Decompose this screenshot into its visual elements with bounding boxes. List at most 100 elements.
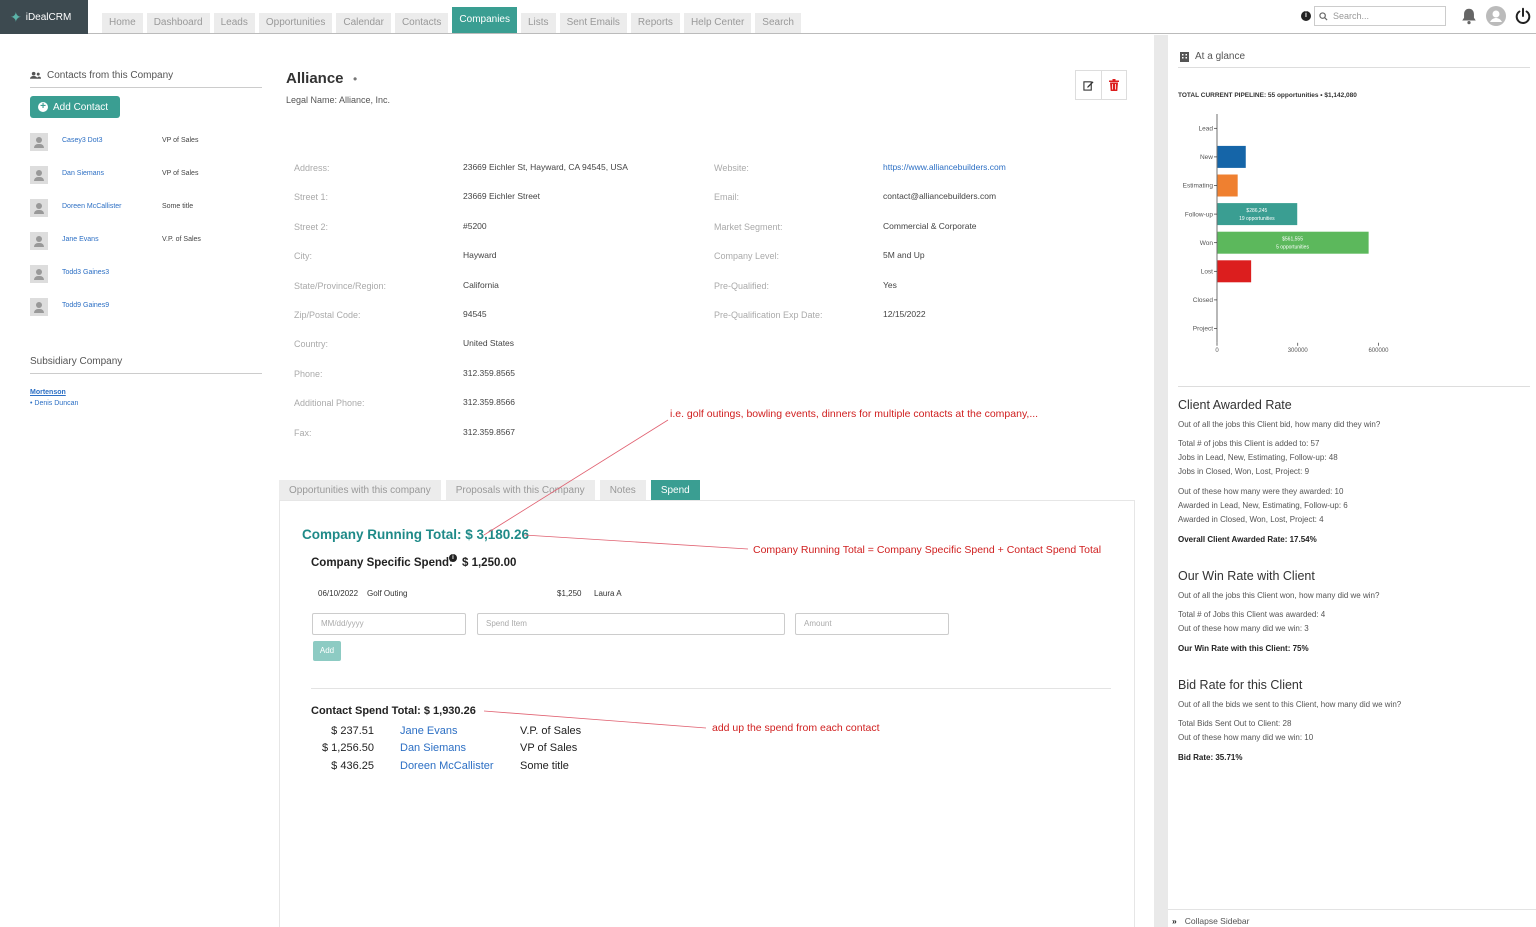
website-link[interactable]: https://www.alliancebuilders.com — [883, 162, 1006, 172]
contact-spend-name-link[interactable]: Jane Evans — [400, 725, 457, 737]
building-icon — [1180, 51, 1189, 62]
win-rate-title: Our Win Rate with Client — [1178, 569, 1315, 583]
edit-button[interactable] — [1076, 71, 1101, 99]
nav-tab-opportunities[interactable]: Opportunities — [258, 13, 333, 33]
nav-tab-sent-emails[interactable]: Sent Emails — [559, 13, 627, 33]
nav-tab-home[interactable]: Home — [102, 13, 143, 33]
nav-tab-reports[interactable]: Reports — [630, 13, 680, 33]
subsidiary-section-title: Subsidiary Company — [30, 356, 262, 374]
collapse-sidebar-button[interactable]: » Collapse Sidebar — [1168, 909, 1536, 926]
contact-name-link[interactable]: Dan Siemans — [62, 170, 104, 177]
y-tick-label: New — [1200, 154, 1213, 161]
bar-data-label: $561,555 — [1282, 237, 1303, 243]
x-tick-label: 600000 — [1368, 348, 1389, 354]
contact-name-link[interactable]: Jane Evans — [62, 236, 99, 243]
top-navbar: ✦ iDealCRM Home Dashboard Leads Opportuniti… — [0, 0, 1536, 34]
contact-spend-name-link[interactable]: Dan Siemans — [400, 742, 466, 754]
tab-opportunities-with-this-company[interactable]: Opportunities with this company — [279, 480, 441, 501]
add-contact-button[interactable]: + Add Contact — [30, 96, 120, 118]
contact-row[interactable]: Jane Evans V.P. of Sales — [30, 232, 262, 250]
field-value: United States — [463, 338, 515, 349]
contact-spend-title: V.P. of Sales — [520, 725, 582, 737]
app-logo[interactable]: ✦ iDealCRM — [0, 0, 88, 34]
avatar — [30, 199, 48, 217]
search-icon — [1319, 11, 1328, 21]
awarded-rate-line: Awarded in Closed, Won, Lost, Project: 4 — [1178, 515, 1324, 524]
sidebar-divider — [1178, 386, 1530, 387]
bid-rate-line: Out of all the bids we sent to this Clie… — [1178, 700, 1402, 709]
y-tick-label: Estimating — [1183, 183, 1214, 190]
main-nav: Home Dashboard Leads Opportunities Calendar C… — [102, 7, 801, 33]
contacts-section-header: Contacts from this Company — [30, 70, 262, 88]
contact-name-link[interactable]: Doreen McCallister — [62, 203, 122, 210]
nav-tab-leads[interactable]: Leads — [213, 13, 255, 33]
field-value: 23669 Eichler St, Hayward, CA 94545, USA — [463, 162, 628, 172]
nav-tab-search[interactable]: Search — [755, 13, 801, 33]
bid-rate-line: Out of these how many did we win: 10 — [1178, 733, 1314, 742]
contact-row[interactable]: Todd3 Gaines3 — [30, 265, 262, 283]
user-icon — [1490, 10, 1502, 22]
field-value: Yes — [883, 279, 897, 290]
info-icon[interactable]: i — [1301, 11, 1311, 21]
contact-row[interactable]: Doreen McCallister Some title — [30, 199, 262, 217]
contact-spend-title: Some title — [520, 759, 569, 772]
nav-tab-help-center[interactable]: Help Center — [683, 13, 752, 33]
contact-title: Some title — [162, 203, 194, 210]
subsidiary-person-link[interactable]: • Denis Duncan — [30, 400, 78, 407]
nav-tab-lists[interactable]: Lists — [521, 13, 556, 33]
awarded-rate-title: Client Awarded Rate — [1178, 398, 1292, 412]
nav-tab-companies[interactable]: Companies — [452, 7, 517, 33]
nav-tab-contacts[interactable]: Contacts — [394, 13, 449, 33]
tab-notes[interactable]: Notes — [599, 480, 646, 501]
awarded-rate-line: Total # of jobs this Client is added to:… — [1178, 439, 1320, 448]
subsidiary-company-link[interactable]: Mortenson — [30, 389, 66, 396]
field-value: 12/15/2022 — [883, 309, 926, 319]
nav-tab-dashboard[interactable]: Dashboard — [146, 13, 210, 33]
nav-tab-calendar[interactable]: Calendar — [336, 13, 391, 33]
field-label: Fax: — [294, 427, 312, 438]
contact-name-link[interactable]: Todd9 Gaines9 — [62, 302, 109, 309]
add-spend-button[interactable]: Add — [313, 641, 341, 661]
contact-row[interactable]: Casey3 Dot3 VP of Sales — [30, 133, 262, 151]
contact-title: VP of Sales — [162, 137, 199, 144]
awarded-rate-result: Overall Client Awarded Rate: 17.54% — [1178, 535, 1317, 544]
bell-icon[interactable] — [1460, 6, 1478, 26]
field-label: Company Level: — [714, 251, 780, 262]
tab-spend[interactable]: Spend — [650, 480, 700, 501]
info-icon[interactable]: i — [449, 554, 457, 562]
y-tick-label: Lead — [1199, 126, 1214, 133]
contact-title: VP of Sales — [162, 170, 199, 177]
contact-total-annotation: add up the spend from each contact — [712, 722, 880, 734]
company-specific-spend-label: Company Specific Spend: — [311, 557, 453, 569]
field-label: Phone: — [294, 368, 323, 379]
spend-amount-input[interactable]: Amount — [795, 613, 949, 635]
at-a-glance-sidebar: At a glance TOTAL CURRENT PIPELINE: 55 o… — [1168, 35, 1536, 927]
contact-row[interactable]: Todd9 Gaines9 — [30, 298, 262, 316]
power-icon[interactable] — [1514, 7, 1532, 25]
subsidiary-person-name: Denis Duncan — [34, 400, 79, 407]
delete-button[interactable] — [1100, 71, 1127, 99]
company-running-total: Company Running Total: $ 3,180.26 — [302, 527, 530, 542]
bid-rate-title: Bid Rate for this Client — [1178, 678, 1303, 692]
add-contact-label: Add Contact — [53, 101, 109, 113]
field-label: Additional Phone: — [294, 398, 365, 409]
company-specific-spend-amount: $ 1,250.00 — [462, 557, 517, 569]
running-total-annotation: Company Running Total = Company Specific… — [753, 544, 1102, 556]
awarded-rate-line: Awarded in Lead, New, Estimating, Follow… — [1178, 501, 1348, 510]
contact-name-link[interactable]: Casey3 Dot3 — [62, 137, 102, 144]
legal-name: Legal Name: Alliance, Inc. — [286, 95, 391, 105]
contact-row[interactable]: Dan Siemans VP of Sales — [30, 166, 262, 184]
user-avatar[interactable] — [1486, 6, 1506, 26]
contact-spend-total: Contact Spend Total: $ 1,930.26 — [311, 705, 476, 717]
tab-proposals-with-this-company[interactable]: Proposals with this Company — [445, 480, 595, 501]
contacts-section-title: Contacts from this Company — [47, 70, 174, 81]
avatar — [30, 166, 48, 184]
pipeline-total: TOTAL CURRENT PIPELINE: 55 opportunities… — [1178, 92, 1357, 99]
field-value: 312.359.8567 — [463, 426, 515, 437]
spend-item-input[interactable]: Spend Item — [477, 613, 785, 635]
search-input[interactable]: Search... — [1314, 6, 1446, 26]
spend-date-input[interactable]: MM/dd/yyyy — [312, 613, 466, 635]
contact-name-link[interactable]: Todd3 Gaines3 — [62, 269, 109, 276]
company-tabs: Opportunities with this company Proposals… — [279, 480, 700, 501]
contact-spend-name-link[interactable]: Doreen McCallister — [400, 760, 494, 772]
